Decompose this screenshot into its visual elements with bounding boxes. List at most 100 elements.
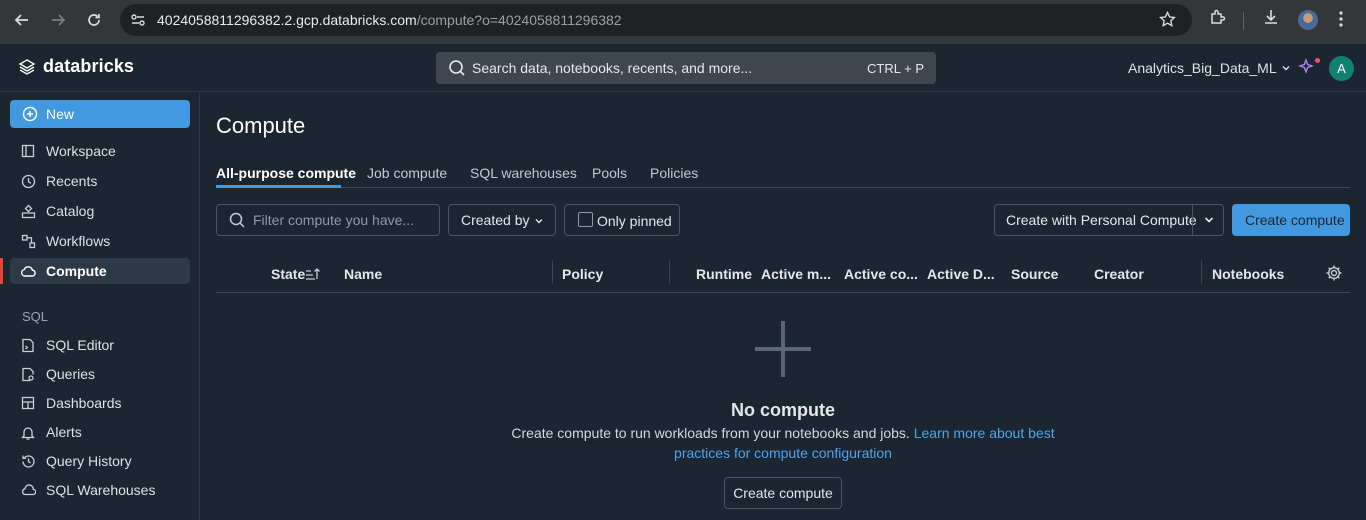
- clock-icon: [20, 173, 36, 189]
- create-personal-compute-button[interactable]: Create with Personal Compute: [994, 204, 1224, 236]
- tab-job-compute[interactable]: Job compute: [367, 165, 447, 181]
- personal-compute-label: Create with Personal Compute: [1006, 212, 1197, 228]
- column-policy[interactable]: Policy: [562, 266, 603, 282]
- page-title: Compute: [216, 113, 306, 138]
- warehouse-icon: [20, 482, 36, 498]
- column-divider[interactable]: [1201, 260, 1202, 284]
- tab-pools[interactable]: Pools: [592, 165, 627, 181]
- sidebar-item-catalog[interactable]: Catalog: [10, 198, 190, 224]
- download-icon[interactable]: [1262, 8, 1280, 31]
- column-divider[interactable]: [552, 260, 553, 284]
- main-content: Compute All-purpose compute Job compute …: [200, 92, 1366, 520]
- sidebar-item-label: SQL Editor: [46, 337, 114, 353]
- column-active-memory[interactable]: Active m...: [761, 266, 831, 282]
- databricks-logo[interactable]: databricks: [18, 56, 134, 77]
- column-runtime[interactable]: Runtime: [696, 266, 752, 282]
- active-indicator: [0, 258, 3, 284]
- forward-icon[interactable]: [46, 8, 70, 32]
- bell-icon: [20, 424, 36, 440]
- dashboards-icon: [20, 395, 36, 411]
- tab-sql-warehouses[interactable]: SQL warehouses: [470, 165, 577, 181]
- assistant-sparkle-icon[interactable]: [1297, 57, 1316, 81]
- workflows-icon: [20, 233, 36, 249]
- url-text: 4024058811296382.2.gcp.databricks.com/co…: [157, 12, 622, 28]
- browser-profile-avatar[interactable]: [1298, 10, 1318, 30]
- empty-state-create-compute-button[interactable]: Create compute: [724, 477, 842, 509]
- workspace-switcher[interactable]: Analytics_Big_Data_ML: [1128, 60, 1291, 76]
- queries-icon: [20, 366, 36, 382]
- sidebar-item-workspace[interactable]: Workspace: [10, 138, 190, 164]
- new-button[interactable]: New: [10, 100, 190, 128]
- sidebar-item-dashboards[interactable]: Dashboards: [10, 390, 190, 416]
- workspace-icon: [20, 143, 36, 159]
- search-icon: [448, 59, 466, 82]
- chevron-down-icon[interactable]: [1203, 213, 1215, 229]
- app-header: databricks Search data, notebooks, recen…: [0, 44, 1366, 92]
- notification-dot: [1315, 58, 1320, 63]
- sidebar-item-workflows[interactable]: Workflows: [10, 228, 190, 254]
- compute-tabs: All-purpose compute Job compute SQL ware…: [216, 164, 1350, 188]
- sidebar-item-compute[interactable]: Compute: [10, 258, 190, 284]
- only-pinned-checkbox[interactable]: [578, 212, 593, 227]
- browser-toolbar: 4024058811296382.2.gcp.databricks.com/co…: [0, 0, 1366, 44]
- cloud-icon: [20, 263, 36, 279]
- filter-compute-input[interactable]: Filter compute you have...: [216, 204, 440, 236]
- site-settings-icon[interactable]: [130, 12, 146, 33]
- sidebar-item-label: Compute: [46, 263, 107, 279]
- search-shortcut: CTRL + P: [867, 61, 924, 76]
- split-divider: [1192, 205, 1193, 235]
- create-compute-button[interactable]: Create compute: [1232, 204, 1350, 236]
- bookmark-star-icon[interactable]: [1159, 10, 1176, 33]
- sidebar-item-label: Workflows: [46, 233, 111, 249]
- column-notebooks[interactable]: Notebooks: [1212, 266, 1284, 282]
- only-pinned-label: Only pinned: [597, 213, 672, 229]
- sort-ascending-icon[interactable]: [305, 267, 321, 286]
- sidebar-item-query-history[interactable]: Query History: [10, 448, 190, 474]
- browser-menu-icon[interactable]: [1338, 10, 1344, 33]
- only-pinned-toggle[interactable]: Only pinned: [564, 204, 680, 236]
- extensions-icon[interactable]: [1209, 8, 1227, 31]
- sidebar-item-label: Dashboards: [46, 395, 122, 411]
- toolbar-divider: [1243, 12, 1244, 30]
- history-icon: [20, 453, 36, 469]
- sidebar-item-recents[interactable]: Recents: [10, 168, 190, 194]
- create-compute-label: Create compute: [1245, 212, 1345, 228]
- search-placeholder: Search data, notebooks, recents, and mor…: [472, 60, 753, 76]
- created-by-label: Created by: [461, 212, 530, 228]
- gear-icon[interactable]: [1325, 264, 1343, 287]
- empty-state-plus-icon: [755, 321, 811, 377]
- tab-all-purpose-compute[interactable]: All-purpose compute: [216, 165, 356, 181]
- tab-policies[interactable]: Policies: [650, 165, 698, 181]
- chevron-down-icon: [1282, 66, 1290, 71]
- created-by-dropdown[interactable]: Created by: [448, 204, 556, 236]
- logo-text: databricks: [43, 56, 135, 76]
- plus-circle-icon: [22, 106, 38, 122]
- sidebar-item-sql-warehouses[interactable]: SQL Warehouses: [10, 477, 190, 503]
- column-state[interactable]: State: [271, 266, 305, 282]
- sidebar-item-alerts[interactable]: Alerts: [10, 419, 190, 445]
- chevron-down-icon: [534, 213, 544, 229]
- column-creator[interactable]: Creator: [1094, 266, 1144, 282]
- databricks-logo-icon: [18, 58, 36, 75]
- address-bar[interactable]: 4024058811296382.2.gcp.databricks.com/co…: [120, 4, 1192, 36]
- sidebar-item-sql-editor[interactable]: SQL Editor: [10, 332, 190, 358]
- empty-state-title: No compute: [730, 400, 835, 420]
- sidebar-item-label: Workspace: [46, 143, 116, 159]
- reload-icon[interactable]: [82, 8, 106, 32]
- column-active-cores[interactable]: Active co...: [844, 266, 918, 282]
- column-divider[interactable]: [669, 260, 670, 284]
- column-source[interactable]: Source: [1011, 266, 1058, 282]
- compute-table-header: State Name Policy Runtime Active m... Ac…: [216, 260, 1350, 293]
- workspace-name: Analytics_Big_Data_ML: [1128, 60, 1277, 76]
- column-name[interactable]: Name: [344, 266, 382, 282]
- sidebar-item-queries[interactable]: Queries: [10, 361, 190, 387]
- global-search-input[interactable]: Search data, notebooks, recents, and mor…: [436, 52, 936, 84]
- sidebar-item-label: Query History: [46, 453, 132, 469]
- column-active-dbu[interactable]: Active D...: [927, 266, 995, 282]
- catalog-icon: [20, 203, 36, 219]
- user-avatar[interactable]: A: [1329, 56, 1354, 81]
- back-icon[interactable]: [10, 8, 34, 32]
- sidebar-item-label: SQL Warehouses: [46, 482, 156, 498]
- empty-state-description: Create compute to run workloads from you…: [483, 423, 1083, 463]
- empty-state-text: Create compute to run workloads from you…: [511, 425, 910, 441]
